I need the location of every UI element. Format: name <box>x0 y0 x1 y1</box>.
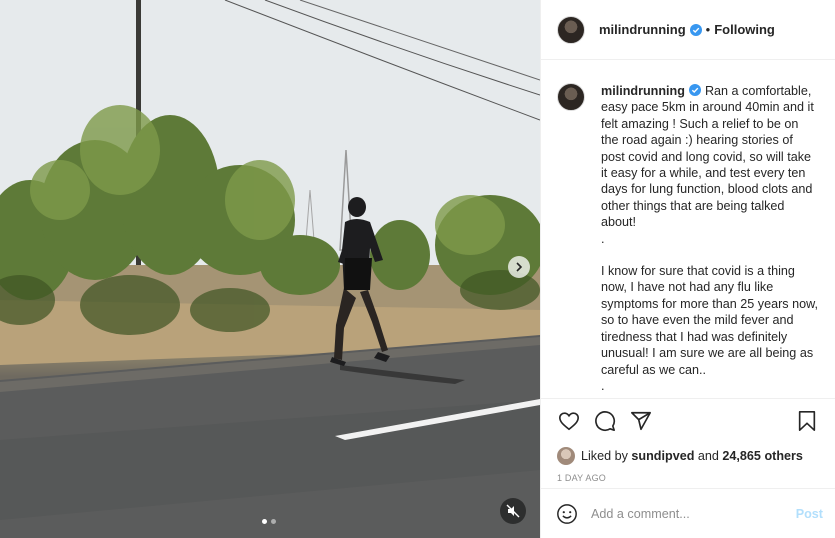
author-username[interactable]: milindrunning <box>599 22 686 37</box>
heart-icon <box>559 412 579 431</box>
header-separator: • <box>705 22 711 37</box>
carousel-dot <box>271 519 276 524</box>
carousel-dot-active <box>262 519 267 524</box>
next-slide-button[interactable] <box>508 256 530 278</box>
caption-paragraph-1: Ran a comfortable, easy pace 5km in arou… <box>601 84 814 230</box>
following-button[interactable]: Following <box>714 22 775 37</box>
running-photo <box>0 0 540 538</box>
verified-icon <box>688 84 701 96</box>
comment-button[interactable] <box>593 409 617 433</box>
bookmark-icon <box>798 411 816 431</box>
post-media[interactable] <box>0 0 540 538</box>
post-modal: milindrunning • Following milindrunning … <box>0 0 835 538</box>
post-comment-button[interactable]: Post <box>796 507 823 521</box>
caption-username[interactable]: milindrunning <box>601 84 685 98</box>
post-actions: Liked by sundipved and 24,865 others 1 D… <box>541 398 835 483</box>
action-icons-row <box>557 409 819 433</box>
liked-by-and: and <box>697 449 719 463</box>
verified-icon <box>689 23 702 36</box>
save-button[interactable] <box>795 409 819 433</box>
caption-avatar[interactable] <box>557 83 585 111</box>
liker-avatar[interactable] <box>557 447 575 465</box>
mute-icon <box>506 504 520 518</box>
comment-input[interactable] <box>591 506 796 521</box>
author-avatar[interactable] <box>557 15 585 44</box>
caption-paragraph-2: I know for sure that covid is a thing no… <box>601 264 818 377</box>
likes-summary: Liked by sundipved and 24,865 others <box>557 447 819 465</box>
emoji-icon <box>557 503 577 524</box>
post-header: milindrunning • Following <box>541 0 835 60</box>
share-icon <box>631 411 651 431</box>
liked-by-prefix: Liked by <box>581 449 628 463</box>
liked-by-user[interactable]: sundipved <box>631 449 694 463</box>
likes-count[interactable]: 24,865 others <box>722 449 803 463</box>
mute-button[interactable] <box>500 498 526 524</box>
add-comment-bar: Post <box>541 488 835 538</box>
caption-text: milindrunning Ran a comfortable, easy pa… <box>601 83 818 396</box>
comment-icon <box>595 411 616 432</box>
post-timestamp[interactable]: 1 DAY AGO <box>557 473 819 483</box>
carousel-indicator <box>262 519 276 524</box>
post-side-panel: milindrunning • Following milindrunning … <box>540 0 835 538</box>
next-arrow-icon <box>516 262 523 272</box>
like-button[interactable] <box>557 409 581 433</box>
caption-dot-2: . <box>601 378 605 393</box>
emoji-button[interactable] <box>555 502 579 526</box>
share-button[interactable] <box>629 409 653 433</box>
caption-dot-1: . <box>601 231 605 246</box>
caption-section: milindrunning Ran a comfortable, easy pa… <box>541 61 835 396</box>
